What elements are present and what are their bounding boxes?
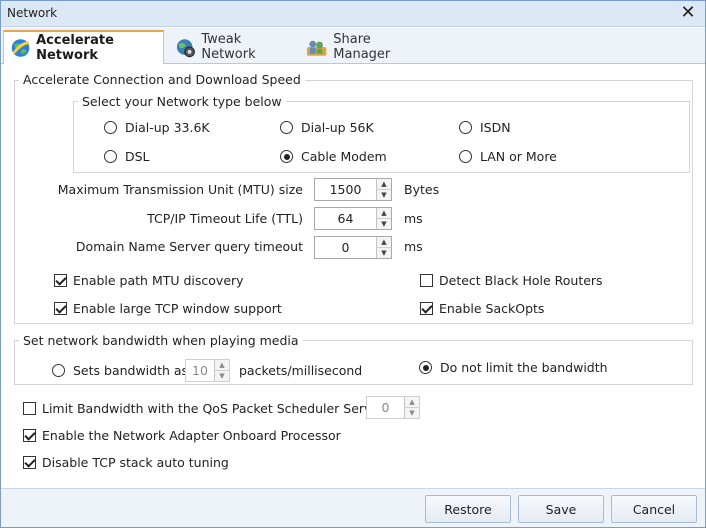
network-type-legend: Select your Network type below bbox=[78, 94, 286, 109]
checkbox bbox=[420, 274, 433, 287]
check-path-mtu-discovery[interactable]: Enable path MTU discovery bbox=[54, 273, 244, 288]
radio-dialup-56k[interactable]: Dial-up 56K bbox=[280, 120, 374, 135]
check-label: Disable TCP stack auto tuning bbox=[42, 455, 229, 470]
bandwidth-legend: Set network bandwidth when playing media bbox=[19, 333, 303, 348]
tab-label: Tweak Network bbox=[201, 32, 256, 62]
checkbox bbox=[23, 402, 36, 415]
check-disable-tcp-auto-tuning[interactable]: Disable TCP stack auto tuning bbox=[23, 455, 229, 470]
close-icon[interactable]: ✕ bbox=[677, 3, 699, 25]
radio-button bbox=[104, 121, 117, 134]
check-label: Detect Black Hole Routers bbox=[439, 273, 603, 288]
check-large-tcp-window[interactable]: Enable large TCP window support bbox=[54, 301, 282, 316]
window-title: Network bbox=[7, 6, 58, 20]
accelerate-network-panel: Accelerate Connection and Download Speed… bbox=[1, 64, 705, 488]
mtu-stepper[interactable]: 1500 ▲ ▼ bbox=[314, 178, 392, 201]
gear-globe-icon bbox=[176, 39, 195, 58]
radio-button bbox=[104, 150, 117, 163]
radio-label: Dial-up 33.6K bbox=[125, 120, 210, 135]
mtu-value: 1500 bbox=[329, 182, 362, 197]
check-label: Limit Bandwidth with the QoS Packet Sche… bbox=[42, 401, 390, 416]
ttl-unit: ms bbox=[404, 211, 423, 226]
cancel-button[interactable]: Cancel bbox=[611, 495, 697, 523]
dns-stepper[interactable]: 0 ▲ ▼ bbox=[314, 236, 392, 259]
ttl-label: TCP/IP Timeout Life (TTL) bbox=[147, 211, 303, 226]
spin-up-icon[interactable]: ▲ bbox=[405, 397, 419, 408]
radio-button bbox=[280, 150, 293, 163]
radio-lan-or-more[interactable]: LAN or More bbox=[459, 149, 557, 164]
checkbox bbox=[23, 429, 36, 442]
radio-label: Dial-up 56K bbox=[301, 120, 374, 135]
radio-dsl[interactable]: DSL bbox=[104, 149, 150, 164]
radio-label: Do not limit the bandwidth bbox=[440, 360, 608, 375]
spin-down-icon[interactable]: ▼ bbox=[377, 190, 391, 200]
radio-cable-modem[interactable]: Cable Modem bbox=[280, 149, 387, 164]
radio-button bbox=[52, 364, 65, 377]
qos-value: 0 bbox=[381, 400, 390, 415]
title-bar: Network ✕ bbox=[1, 1, 705, 27]
check-adapter-onboard-processor[interactable]: Enable the Network Adapter Onboard Proce… bbox=[23, 428, 341, 443]
bandwidth-stepper[interactable]: 10 ▲ ▼ bbox=[185, 359, 230, 382]
radio-label: LAN or More bbox=[480, 149, 557, 164]
radio-button bbox=[459, 150, 472, 163]
restore-button[interactable]: Restore bbox=[425, 495, 511, 523]
check-black-hole-routers[interactable]: Detect Black Hole Routers bbox=[420, 273, 603, 288]
tab-label: Share Manager bbox=[333, 32, 391, 62]
radio-label: Sets bandwidth as bbox=[73, 363, 189, 378]
radio-dialup-33-6k[interactable]: Dial-up 33.6K bbox=[104, 120, 210, 135]
dns-label: Domain Name Server query timeout bbox=[75, 239, 303, 254]
check-qos-limit[interactable]: Limit Bandwidth with the QoS Packet Sche… bbox=[23, 401, 389, 416]
save-button[interactable]: Save bbox=[518, 495, 604, 523]
checkbox bbox=[420, 302, 433, 315]
tab-share-manager[interactable]: Share Manager bbox=[299, 30, 429, 64]
mtu-label: Maximum Transmission Unit (MTU) size bbox=[57, 182, 303, 197]
spin-down-icon[interactable]: ▼ bbox=[215, 371, 229, 381]
tab-accelerate-network[interactable]: Accelerate Network bbox=[3, 30, 164, 65]
tab-tweak-network[interactable]: Tweak Network bbox=[167, 30, 297, 64]
tab-bar: Accelerate Network Tweak Network Share M… bbox=[1, 28, 705, 65]
check-sackopts[interactable]: Enable SackOpts bbox=[420, 301, 544, 316]
spin-down-icon[interactable]: ▼ bbox=[377, 248, 391, 258]
spin-up-icon[interactable]: ▲ bbox=[377, 208, 391, 219]
check-label: Enable the Network Adapter Onboard Proce… bbox=[42, 428, 341, 443]
check-label: Enable SackOpts bbox=[439, 301, 545, 316]
dialog-footer: Restore Save Cancel bbox=[1, 488, 705, 527]
checkbox bbox=[54, 274, 67, 287]
bandwidth-value: 10 bbox=[192, 363, 208, 378]
spin-up-icon[interactable]: ▲ bbox=[215, 360, 229, 371]
bandwidth-unit: packets/millisecond bbox=[239, 363, 363, 378]
dns-unit: ms bbox=[404, 239, 423, 254]
spin-down-icon[interactable]: ▼ bbox=[377, 219, 391, 229]
radio-button bbox=[459, 121, 472, 134]
tab-label: Accelerate Network bbox=[36, 33, 114, 63]
radio-label: DSL bbox=[125, 149, 150, 164]
dns-value: 0 bbox=[341, 240, 350, 255]
radio-isdn[interactable]: ISDN bbox=[459, 120, 511, 135]
mtu-unit: Bytes bbox=[404, 182, 440, 197]
checkbox bbox=[54, 302, 67, 315]
check-label: Enable path MTU discovery bbox=[73, 273, 244, 288]
network-dialog: Network ✕ Accelerate Network Tweak Netwo… bbox=[0, 0, 706, 528]
globe-icon bbox=[11, 39, 30, 57]
radio-no-limit-bandwidth[interactable]: Do not limit the bandwidth bbox=[419, 360, 608, 375]
radio-button bbox=[280, 121, 293, 134]
qos-stepper[interactable]: 0 ▲ ▼ bbox=[366, 396, 420, 419]
radio-sets-bandwidth[interactable]: Sets bandwidth as bbox=[52, 363, 188, 378]
radio-label: Cable Modem bbox=[301, 149, 387, 164]
checkbox bbox=[23, 456, 36, 469]
ttl-value: 64 bbox=[337, 211, 354, 226]
spin-down-icon[interactable]: ▼ bbox=[405, 408, 419, 418]
radio-label: ISDN bbox=[480, 120, 511, 135]
accelerate-legend: Accelerate Connection and Download Speed bbox=[19, 72, 305, 87]
radio-button bbox=[419, 361, 432, 374]
ttl-stepper[interactable]: 64 ▲ ▼ bbox=[314, 207, 392, 230]
users-icon bbox=[306, 40, 327, 56]
spin-up-icon[interactable]: ▲ bbox=[377, 237, 391, 248]
spin-up-icon[interactable]: ▲ bbox=[377, 179, 391, 190]
check-label: Enable large TCP window support bbox=[73, 301, 282, 316]
